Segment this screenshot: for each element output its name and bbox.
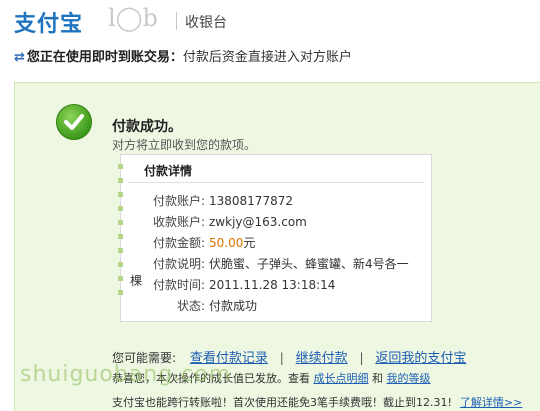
header-divider [176, 12, 177, 30]
bullet [118, 206, 123, 211]
bullet [118, 234, 123, 239]
detail-value: 13808177872 [209, 194, 293, 208]
growth-text: 恭喜您，本次操作的成长值已发放。查看 [112, 372, 310, 385]
bullet [118, 178, 123, 183]
bullet [118, 248, 123, 253]
my-level-link[interactable]: 我的等级 [387, 372, 431, 385]
continue-payment-link[interactable]: 继续付款 [296, 351, 348, 366]
bullet [118, 276, 123, 281]
detail-label: 付款账户: [152, 194, 205, 208]
promo-notice: 支付宝也能跨行转账啦！首次使用还能免3笔手续费哦！截止到12.31! 了解详情>> [112, 394, 522, 410]
detail-row-status: 状态: 付款成功 [130, 297, 420, 314]
transaction-notice: ⇄ 您正在使用即时到账交易：付款后资金直接进入对方账户 [14, 46, 352, 65]
detail-label: 付款金额: [152, 236, 205, 250]
notice-prefix: 您正在使用即时到账交易： [26, 50, 183, 65]
amount-value: 50.00 [209, 236, 244, 250]
growth-notice: 恭喜您，本次操作的成长值已发放。查看 成长点明细 和 我的等级 [112, 370, 431, 386]
next-steps-label: 您可能需要: [112, 351, 177, 365]
learn-more-link[interactable]: 了解详情>> [460, 396, 522, 409]
bullet [118, 262, 123, 267]
transfer-icon: ⇄ [14, 50, 25, 65]
detail-row-amount: 付款金额: 50.00元 [130, 234, 420, 251]
detail-row-time: 付款时间: 2011.11.28 13:18:14 [130, 276, 420, 293]
promo-text: 支付宝也能跨行转账啦！首次使用还能免3笔手续费哦！截止到12.31! [112, 396, 452, 409]
bullet [118, 192, 123, 197]
detail-row-payer: 付款账户: 13808177872 [130, 192, 420, 209]
bullet [118, 220, 123, 225]
amount-unit: 元 [243, 236, 256, 250]
growth-details-link[interactable]: 成长点明细 [314, 372, 369, 385]
lab-logo: l◯b [108, 4, 158, 32]
detail-value: zwkjy@163.com [209, 215, 307, 229]
detail-label: 收款账户: [152, 215, 205, 229]
detail-label: 付款说明: [152, 257, 205, 271]
success-subtitle: 对方将立即收到您的款项。 [112, 138, 257, 152]
view-payment-records-link[interactable]: 查看付款记录 [190, 351, 268, 366]
next-steps: 您可能需要: 查看付款记录 | 继续付款 | 返回我的支付宝 [112, 347, 466, 366]
page-title: 收银台 [185, 15, 227, 31]
bullet [118, 290, 123, 295]
return-to-alipay-link[interactable]: 返回我的支付宝 [375, 351, 466, 366]
growth-and: 和 [372, 372, 383, 385]
detail-label: 付款时间: [152, 278, 205, 292]
detail-value: 2011.11.28 13:18:14 [209, 278, 336, 292]
details-title: 付款详情 [144, 164, 193, 178]
link-separator: | [279, 351, 284, 365]
notice-text: 付款后资金直接进入对方账户 [182, 50, 352, 65]
status-value: 付款成功 [209, 299, 258, 313]
success-title: 付款成功。 [112, 119, 182, 135]
header: 支付宝 l◯b 收银台 [0, 0, 540, 44]
bullet [118, 164, 123, 169]
link-separator: | [359, 351, 364, 365]
details-bullets [118, 164, 124, 304]
success-check-icon [56, 104, 92, 140]
details-divider [128, 182, 424, 183]
detail-label: 状态: [176, 299, 205, 313]
detail-row-payee: 收款账户: zwkjy@163.com [130, 213, 420, 230]
alipay-logo[interactable]: 支付宝 [14, 6, 83, 38]
